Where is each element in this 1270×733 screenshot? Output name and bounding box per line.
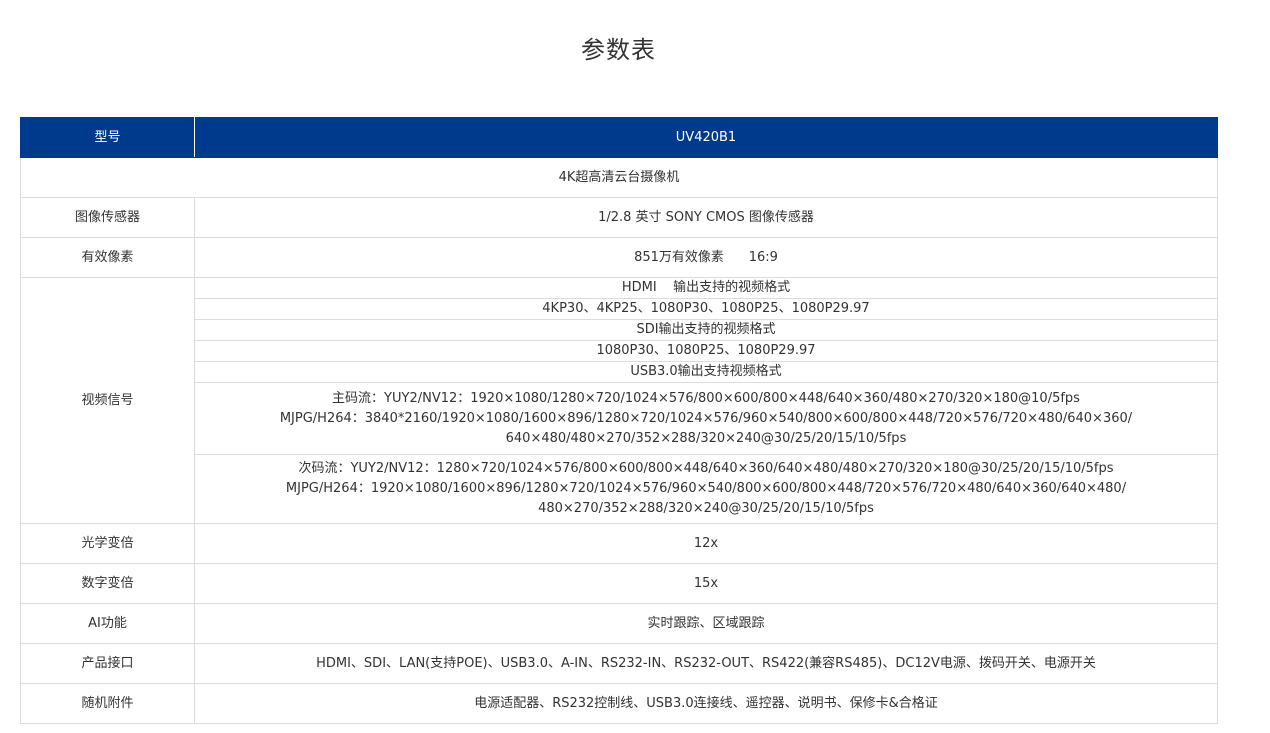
row-value-digital-zoom: 15x [194, 563, 1218, 604]
row-value-optical-zoom: 12x [194, 523, 1218, 564]
main-stream-line: 640×480/480×270/352×288/320×240@30/25/20… [505, 430, 907, 446]
table-row: 图像传感器 1/2.8 英寸 SONY CMOS 图像传感器 [20, 197, 1218, 238]
table-row: SDI输出支持的视频格式 [21, 319, 1218, 341]
product-name: 4K超高清云台摄像机 [20, 157, 1218, 198]
sub-stream-cell: 次码流：YUY2/NV12：1280×720/1024×576/800×600/… [194, 454, 1218, 524]
table-row: AI功能 实时跟踪、区域跟踪 [20, 603, 1218, 644]
table-row: 数字变倍 15x [20, 563, 1218, 604]
product-name-row: 4K超高清云台摄像机 [20, 157, 1218, 198]
row-label-digital-zoom: 数字变倍 [20, 563, 195, 604]
video-line: USB3.0输出支持视频格式 [194, 361, 1218, 383]
video-line: 4KP30、4KP25、1080P30、1080P25、1080P29.97 [194, 298, 1218, 320]
table-row: 主码流：YUY2/NV12：1920×1080/1280×720/1024×57… [21, 382, 1218, 455]
table-row: 随机附件 电源适配器、RS232控制线、USB3.0连接线、遥控器、说明书、保修… [20, 683, 1218, 724]
row-label-interfaces: 产品接口 [20, 643, 195, 684]
table-row: 光学变倍 12x [20, 523, 1218, 564]
table-header-row: 型号 UV420B1 [20, 117, 1218, 158]
row-label-video: 视频信号 [20, 277, 195, 524]
row-value-ai: 实时跟踪、区域跟踪 [194, 603, 1218, 644]
row-value-sensor: 1/2.8 英寸 SONY CMOS 图像传感器 [194, 197, 1218, 238]
table-row: 1080P30、1080P25、1080P29.97 [21, 340, 1218, 362]
video-line: 1080P30、1080P25、1080P29.97 [194, 340, 1218, 362]
header-model-label: 型号 [20, 117, 195, 158]
header-model-value: UV420B1 [194, 117, 1218, 158]
video-line: SDI输出支持的视频格式 [194, 319, 1218, 341]
row-label-ai: AI功能 [20, 603, 195, 644]
row-value-interfaces: HDMI、SDI、LAN(支持POE)、USB3.0、A-IN、RS232-IN… [194, 643, 1218, 684]
row-label-optical-zoom: 光学变倍 [20, 523, 195, 564]
row-label-sensor: 图像传感器 [20, 197, 195, 238]
sub-stream-line: MJPG/H264：1920×1080/1600×896/1280×720/10… [285, 481, 1127, 496]
main-stream-line: MJPG/H264：3840*2160/1920×1080/1600×896/1… [279, 410, 1133, 426]
main-stream-line: 主码流：YUY2/NV12：1920×1080/1280×720/1024×57… [332, 390, 1080, 406]
video-line: HDMI 输出支持的视频格式 [194, 277, 1218, 299]
row-value-accessories: 电源适配器、RS232控制线、USB3.0连接线、遥控器、说明书、保修卡&合格证 [194, 683, 1218, 724]
table-row: 产品接口 HDMI、SDI、LAN(支持POE)、USB3.0、A-IN、RS2… [20, 643, 1218, 684]
row-label-accessories: 随机附件 [20, 683, 195, 724]
row-value-pixels: 851万有效像素 16:9 [194, 237, 1218, 278]
row-label-pixels: 有效像素 [20, 237, 195, 278]
spec-table: 型号 UV420B1 4K超高清云台摄像机 图像传感器 1/2.8 英寸 SON… [20, 117, 1218, 724]
page-title: 参数表 [581, 36, 656, 64]
table-row: 4KP30、4KP25、1080P30、1080P25、1080P29.97 [21, 298, 1218, 320]
sub-stream-line: 次码流：YUY2/NV12：1280×720/1024×576/800×600/… [298, 461, 1114, 476]
main-stream-cell: 主码流：YUY2/NV12：1920×1080/1280×720/1024×57… [194, 382, 1218, 455]
table-row: USB3.0输出支持视频格式 [21, 361, 1218, 383]
table-row: 视频信号 HDMI 输出支持的视频格式 [20, 277, 1218, 524]
table-row: 次码流：YUY2/NV12：1280×720/1024×576/800×600/… [21, 454, 1218, 524]
sub-stream-line: 480×270/352×288/320×240@30/25/20/15/10/5… [538, 501, 874, 516]
table-row: 有效像素 851万有效像素 16:9 [20, 237, 1218, 278]
